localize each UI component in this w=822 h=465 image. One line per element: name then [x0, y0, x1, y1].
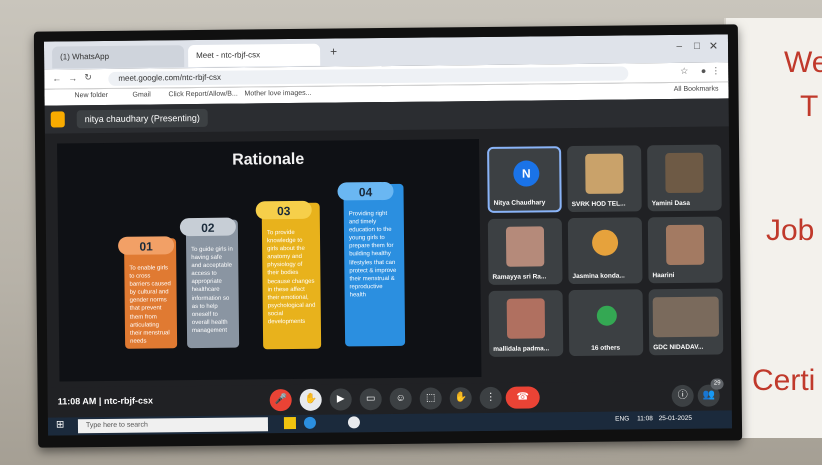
avatar	[591, 229, 619, 256]
avatar	[596, 305, 617, 326]
poster-text-4: Certi	[752, 364, 816, 397]
reload-icon[interactable]: ↻	[84, 72, 92, 83]
participant-name: 16 others	[591, 344, 621, 352]
participant-grid: N Nitya Chaudhary SVRK HOD TEL... Yamini…	[487, 144, 725, 382]
language-indicator[interactable]: ENG	[615, 415, 629, 422]
participant-tile[interactable]: 16 others	[568, 289, 644, 357]
participant-name: Nitya Chaudhary	[493, 199, 546, 207]
camera-button[interactable]: ▶	[329, 388, 352, 411]
meet-logo-icon	[50, 111, 65, 128]
maximize-icon[interactable]: □	[694, 41, 700, 52]
participant-tile[interactable]: mallidala padma...	[488, 290, 564, 357]
meeting-info: 11:08 AM | ntc-rbjf-csx	[57, 395, 153, 407]
video-thumbnail	[665, 152, 704, 194]
participant-name: Yamini Dasa	[651, 199, 691, 208]
participant-count-badge: 29	[710, 378, 724, 390]
new-tab-icon[interactable]: +	[330, 45, 337, 59]
profile-icon[interactable]: ●	[701, 66, 707, 76]
taskbar-search-input[interactable]: Type here to search	[77, 417, 269, 434]
participant-name: SVRK HOD TEL...	[571, 200, 626, 209]
file-explorer-icon[interactable]	[283, 416, 297, 430]
rationale-card-2: 02 To guide girls in having safe and acc…	[179, 217, 240, 349]
card-text: To provide knowledge to girls about the …	[266, 229, 316, 326]
video-thumbnail	[585, 153, 624, 194]
tv-screen: (1) WhatsApp Meet - ntc-rbjf-csx + – □ ✕…	[43, 34, 733, 436]
slide-title: Rationale	[232, 150, 305, 169]
rationale-card-4: 04 Providing right and timely education …	[337, 181, 406, 347]
present-button[interactable]: ⬚	[419, 387, 442, 410]
meet-presenting-bar: nitya chaudhary (Presenting)	[44, 98, 729, 134]
star-icon[interactable]: ☆	[680, 66, 688, 77]
url-field[interactable]: meet.google.com/ntc-rbjf-csx	[108, 66, 629, 86]
participant-name: Haarini	[652, 272, 675, 280]
participant-tile[interactable]: N Nitya Chaudhary	[487, 146, 562, 213]
raise-hand-button[interactable]: ✋	[299, 388, 322, 411]
card-text: To enable girls to cross barriers caused…	[129, 265, 171, 345]
card-number: 01	[117, 236, 175, 255]
leave-call-button[interactable]: ☎	[505, 386, 540, 409]
participant-name: mallidala padma...	[493, 345, 550, 353]
participant-name: Ramayya sri Ra...	[492, 273, 547, 281]
info-button[interactable]: ⓘ	[671, 384, 694, 408]
presenting-indicator: nitya chaudhary (Presenting)	[76, 108, 208, 129]
clock-date[interactable]: 25-01-2025	[659, 415, 692, 422]
back-icon[interactable]: ←	[52, 73, 61, 83]
participant-tile[interactable]: Yamini Dasa	[647, 144, 722, 212]
tab-label: (1) WhatsApp	[60, 51, 110, 62]
emoji-button[interactable]: ☺	[389, 387, 412, 410]
video-thumbnail	[506, 298, 546, 339]
system-tray: ENG 11:08 25-01-2025	[615, 415, 692, 423]
edge-icon[interactable]	[303, 416, 317, 429]
card-number: 02	[179, 217, 236, 237]
mic-button[interactable]: 🎤	[269, 389, 292, 412]
bookmark-item[interactable]: Click Report/Allow/B...	[168, 91, 237, 99]
clock-time[interactable]: 11:08	[637, 415, 653, 422]
participant-tile[interactable]: SVRK HOD TEL...	[567, 145, 642, 213]
meeting-time: 11:08 AM	[57, 396, 97, 407]
video-thumbnail	[665, 224, 705, 266]
menu-icon[interactable]: ⋮	[711, 66, 720, 77]
chrome-icon[interactable]	[347, 416, 361, 429]
card-number: 03	[255, 200, 312, 220]
tab-whatsapp[interactable]: (1) WhatsApp	[51, 45, 185, 69]
tab-meet[interactable]: Meet - ntc-rbjf-csx	[187, 43, 321, 68]
shared-slide: Rationale 01 To enable girls to cross ba…	[57, 139, 482, 382]
video-thumbnail	[505, 226, 545, 267]
tv-frame: (1) WhatsApp Meet - ntc-rbjf-csx + – □ ✕…	[33, 24, 743, 448]
poster-text-2: T	[800, 90, 819, 123]
captions-button[interactable]: ▭	[359, 388, 382, 411]
participant-tile[interactable]: Ramayya sri Ra...	[487, 218, 563, 285]
meeting-code: ntc-rbjf-csx	[103, 395, 153, 406]
participant-name: Jasmina konda...	[572, 272, 625, 281]
all-bookmarks[interactable]: All Bookmarks	[674, 86, 719, 93]
video-thumbnail	[652, 296, 720, 338]
participant-name: GDC NIDADAV...	[653, 343, 704, 352]
poster-text-1: We	[784, 46, 822, 79]
bookmark-item[interactable]: Gmail	[132, 91, 150, 98]
bookmark-item[interactable]: Mother love images...	[244, 90, 311, 98]
windows-start-icon[interactable]: ⊞	[56, 419, 65, 430]
forward-icon[interactable]: →	[68, 73, 77, 83]
bookmark-item[interactable]: New folder	[74, 92, 108, 99]
participant-tile[interactable]: Haarini	[647, 216, 723, 284]
people-button[interactable]: 👥 29	[697, 378, 724, 407]
tab-label: Meet - ntc-rbjf-csx	[196, 50, 261, 60]
poster-text-3: Job	[766, 214, 815, 247]
card-number: 04	[337, 181, 394, 201]
rationale-card-3: 03 To provide knowledge to girls about t…	[255, 200, 322, 350]
minimize-icon[interactable]: –	[676, 41, 682, 52]
rationale-card-1: 01 To enable girls to cross barriers cau…	[117, 236, 178, 349]
card-text: To guide girls in having safe and accept…	[191, 246, 233, 334]
close-icon[interactable]: ✕	[709, 40, 718, 53]
more-options-button[interactable]: ⋮	[479, 386, 502, 410]
avatar: N	[513, 160, 540, 187]
participant-tile[interactable]: GDC NIDADAV...	[648, 288, 724, 356]
card-text: Providing right and timely education to …	[348, 211, 397, 299]
hand-button[interactable]: ✋	[449, 387, 472, 410]
participant-tile[interactable]: Jasmina konda...	[567, 217, 643, 285]
